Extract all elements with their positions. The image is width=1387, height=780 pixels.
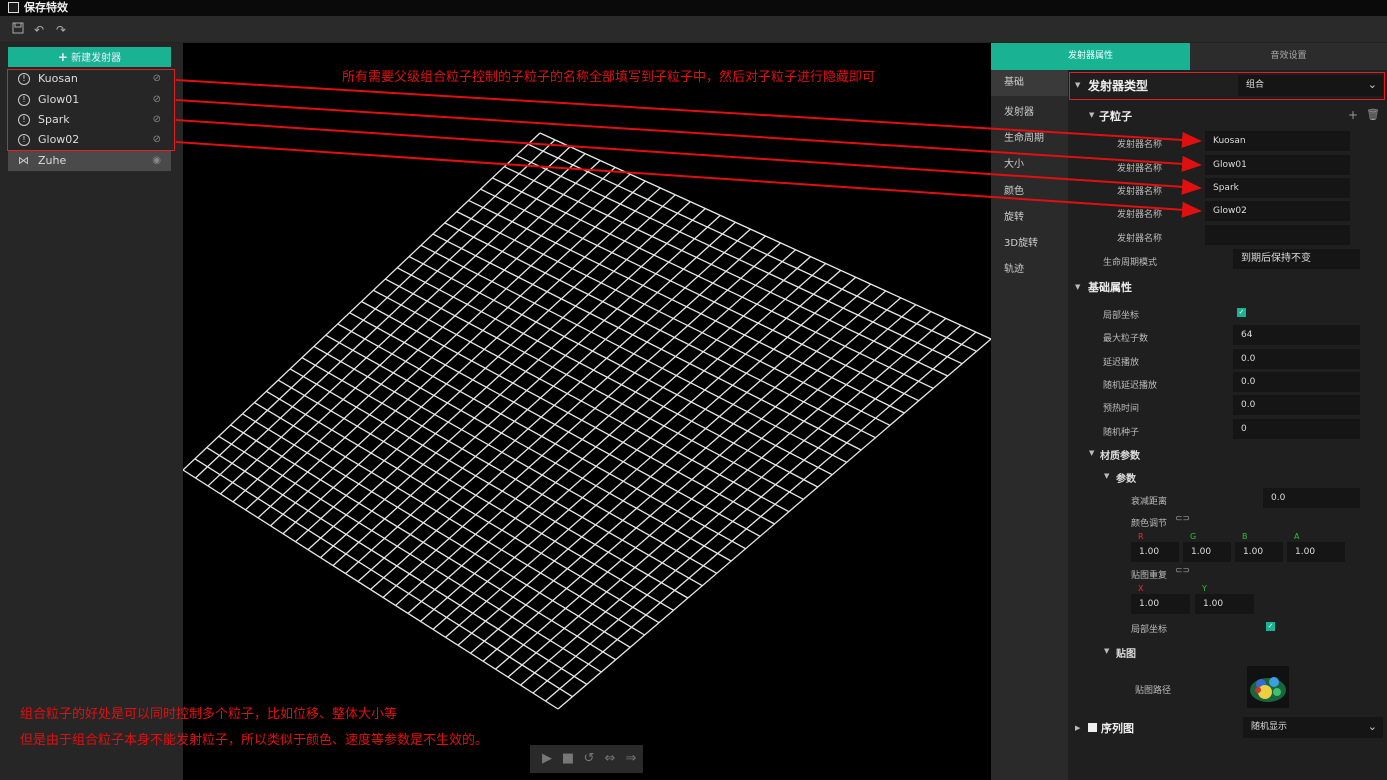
annotation-bottom-1: 组合粒子的好处是可以同时控制多个粒子，比如位移、整体大小等 bbox=[20, 707, 398, 722]
annotation-arrows bbox=[175, 79, 1202, 218]
annotation-top: 所有需要父级组合粒子控制的子粒子的名称全部填写到子粒子中，然后对子粒子进行隐藏即… bbox=[342, 70, 876, 85]
annotation-bottom-2: 但是由于组合粒子本身不能发射粒子，所以类似于颜色、速度等参数是不生效的。 bbox=[20, 733, 489, 748]
